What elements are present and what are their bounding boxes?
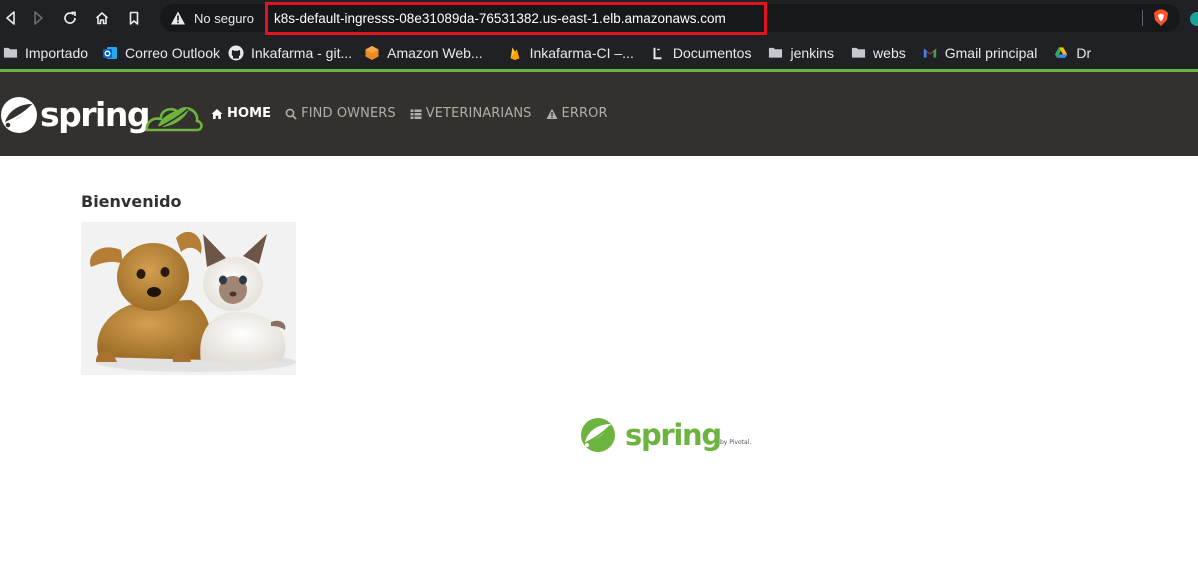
bookmark-item[interactable]: Importado [2,36,96,69]
reload-button[interactable] [54,0,86,36]
search-icon [285,108,297,120]
docs-icon [650,45,666,61]
security-label[interactable]: No seguro [194,11,254,26]
back-button[interactable] [0,0,22,36]
bookmark-label: Gmail principal [944,44,1038,61]
bookmark-label: Correo Outlook [125,44,220,61]
folder-icon [850,45,866,61]
bookmark-label: Importado [25,44,89,61]
nav-veterinarians[interactable]: VETERINARIANS [410,106,532,121]
svg-text:spring: spring [40,95,149,134]
nav-error[interactable]: ERROR [546,106,608,121]
warning-icon [546,108,558,120]
github-icon [228,45,244,61]
main-nav: HOME FIND OWNERS VETERINARIANS ERROR [211,106,622,121]
back-icon [6,11,15,25]
nav-veterinarians-label: VETERINARIANS [425,106,532,121]
bookmark-item[interactable]: Inkafarma-CI –... [507,36,642,69]
pets-image [81,222,296,375]
nav-error-label: ERROR [561,106,608,121]
spring-brand-logo[interactable]: spring [0,92,205,138]
forward-icon [34,11,43,25]
url-text[interactable]: k8s-default-ingresss-08e31089da-76531382… [274,11,726,26]
extension-icon[interactable] [1190,12,1198,26]
home-icon [95,12,109,25]
reload-icon [64,11,76,24]
footer-by-pivotal: by Pivotal. [720,439,751,446]
drive-icon [1053,45,1069,61]
browser-toolbar: No seguro k8s-default-ingresss-08e31089d… [0,0,1198,36]
bookmark-label: jenkins [790,44,835,61]
bookmark-label: Inkafarma-CI –... [529,44,634,61]
address-bar[interactable]: No seguro k8s-default-ingresss-08e31089d… [160,2,1180,35]
bookmark-icon [129,11,139,25]
bookmark-item[interactable]: Documentos [650,36,760,69]
bookmark-label: Amazon Web... [387,44,483,61]
bookmark-label: Inkafarma - git... [250,44,353,61]
page-title: Bienvenido [81,192,182,211]
bookmark-item[interactable]: Correo Outlook [102,36,228,69]
list-icon [410,108,422,120]
folder-icon [767,45,783,61]
bookmark-item[interactable]: Dr [1053,36,1099,69]
bookmarks-bar: Importado Correo Outlook Inkafarma - git… [0,36,1198,69]
bookmark-label: Documentos [672,44,752,61]
footer-spring-logo: spring by Pivotal. [578,414,768,458]
outlook-icon [102,45,118,61]
bookmark-item[interactable]: Gmail principal [922,36,1046,69]
gmail-icon [922,45,938,61]
bookmark-item[interactable]: webs [850,36,914,69]
nav-home-label: HOME [227,106,272,121]
nav-home[interactable]: HOME [211,106,271,121]
nav-find-owners[interactable]: FIND OWNERS [285,106,396,121]
forward-button[interactable] [22,0,54,36]
bookmark-label: Dr [1076,44,1092,61]
bookmark-item[interactable]: Amazon Web... [364,36,490,69]
url-separator [1142,10,1143,26]
brave-shield-icon[interactable] [1153,9,1169,27]
bookmark-item[interactable]: jenkins [767,36,842,69]
bookmark-label: webs [873,44,906,61]
home-icon [211,108,223,120]
warning-icon [170,10,186,26]
bookmark-button[interactable] [118,0,150,36]
url-highlight-box: k8s-default-ingresss-08e31089da-76531382… [265,2,767,35]
firebase-icon [507,45,523,61]
nav-find-owners-label: FIND OWNERS [301,106,396,121]
aws-icon [364,45,380,61]
folder-icon [2,45,18,61]
bookmark-item[interactable]: Inkafarma - git... [228,36,360,69]
home-button[interactable] [86,0,118,36]
app-navbar: spring HOME FIND OWNERS VETERINARIANS ER… [0,72,1198,156]
footer-logo-wordmark: spring [625,418,721,452]
